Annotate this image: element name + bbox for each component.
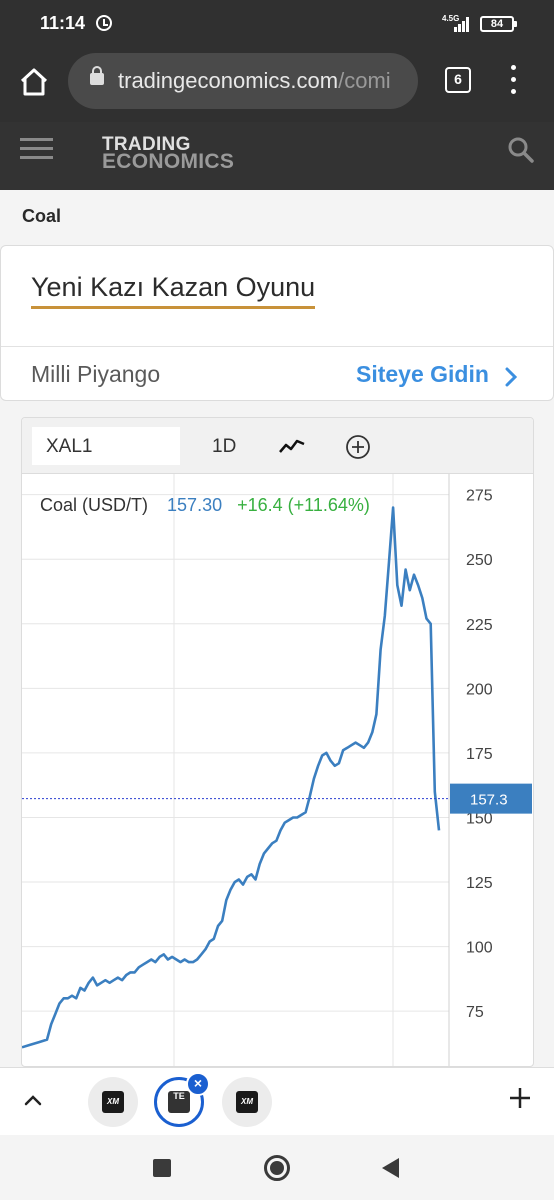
line-chart-icon[interactable] (278, 437, 306, 455)
lock-icon (90, 66, 104, 85)
price-series-line (22, 506, 441, 1049)
ad-cta-link[interactable]: Siteye Gidin (356, 361, 489, 388)
ad-advertiser: Milli Piyango (31, 361, 161, 387)
current-price-tag: 157.3 (450, 783, 532, 814)
chart-card: XAL1 1D 275 250 225 200 175 150 125 100 75 157.3… (21, 417, 534, 1067)
interval-button[interactable]: 1D (212, 436, 236, 458)
tabs-count-button[interactable]: 6 (445, 67, 471, 93)
y-tick-label: 125 (466, 875, 493, 892)
chart-toolbar: XAL1 1D (22, 418, 533, 474)
tab-favicon: XM (236, 1091, 258, 1113)
price-chart[interactable]: 27525022520017515012510075 157.3 (22, 474, 533, 1067)
hamburger-icon[interactable] (20, 138, 53, 160)
y-tick-label: 100 (466, 940, 493, 957)
signal-icon (454, 17, 469, 32)
legend-series-name: Coal (USD/T) (40, 495, 149, 515)
system-nav-bar (0, 1135, 554, 1200)
page-title: Coal (22, 206, 62, 226)
legend-last-value: 157.30 (167, 495, 223, 515)
recents-icon[interactable] (153, 1159, 171, 1177)
chart-legend: Coal (USD/T) 157.30 +16.4 (+11.64%) (40, 495, 370, 516)
current-price-label: 157.3 (470, 792, 508, 809)
status-time: 11:14 (40, 13, 86, 33)
browser-toolbar: tradingeconomics.com/comi 6 (0, 48, 554, 122)
symbol-input[interactable]: XAL1 (32, 427, 180, 465)
y-tick-label: 225 (466, 617, 493, 634)
tab-thumbnail[interactable]: XM (88, 1077, 138, 1127)
site-logo[interactable]: TRADING ECONOMICS (102, 135, 235, 173)
ad-card[interactable]: Yeni Kazı Kazan Oyunu Milli Piyango Site… (0, 245, 554, 401)
home-circle-icon[interactable] (264, 1155, 290, 1181)
tab-favicon: TE (168, 1091, 190, 1113)
search-icon[interactable] (507, 136, 534, 163)
more-vert-icon[interactable] (506, 65, 522, 95)
home-icon[interactable] (18, 66, 50, 98)
chevron-up-icon[interactable] (22, 1092, 44, 1108)
y-axis-ticks: 27525022520017515012510075 (466, 488, 493, 1022)
legend-change: +16.4 (+11.64%) (237, 495, 370, 515)
y-tick-label: 250 (466, 552, 493, 569)
tab-favicon: XM (102, 1091, 124, 1113)
url-domain: tradingeconomics.com (118, 68, 339, 93)
back-icon[interactable] (382, 1158, 399, 1178)
y-tick-label: 175 (466, 746, 493, 763)
chart-grid (22, 474, 449, 1066)
logo-line-economics: ECONOMICS (102, 150, 235, 173)
alarm-icon (96, 15, 112, 31)
url-bar[interactable]: tradingeconomics.com/comi (68, 53, 418, 109)
close-icon[interactable]: × (186, 1072, 210, 1096)
y-tick-label: 200 (466, 681, 493, 698)
add-indicator-icon[interactable] (345, 434, 371, 460)
status-bar: 11:14 4.5G 84 (0, 0, 554, 48)
ad-divider (1, 346, 553, 347)
url-path: /comi (338, 68, 391, 93)
site-header: TRADING ECONOMICS (0, 122, 554, 190)
y-tick-label: 75 (466, 1004, 484, 1021)
battery-icon: 84 (480, 16, 517, 32)
url-text: tradingeconomics.com/comi (118, 68, 391, 94)
y-tick-label: 275 (466, 488, 493, 505)
plus-icon[interactable] (506, 1084, 534, 1112)
tab-thumbnail[interactable]: XM (222, 1077, 272, 1127)
chevron-right-icon[interactable] (503, 366, 519, 388)
tab-strip: XM TE × XM (0, 1067, 554, 1135)
ad-headline[interactable]: Yeni Kazı Kazan Oyunu (31, 272, 316, 309)
